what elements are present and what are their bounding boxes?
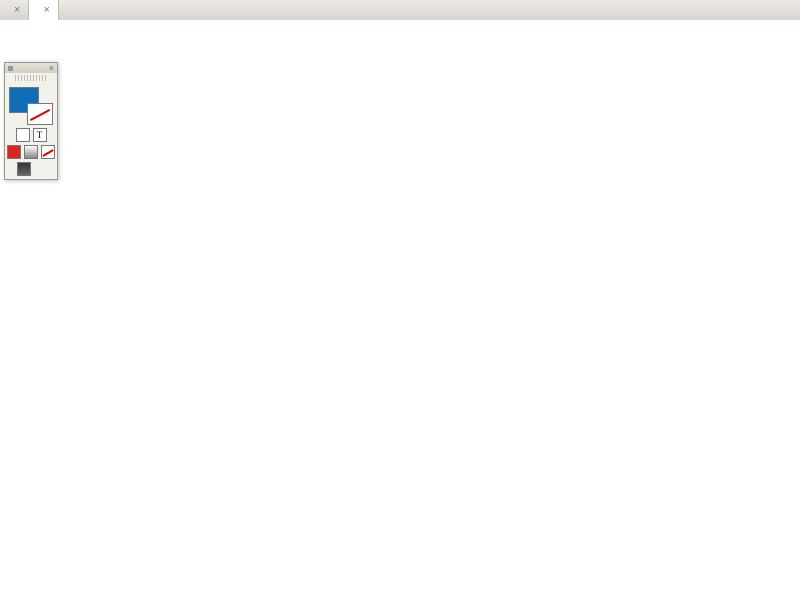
collapse-icon[interactable] — [8, 66, 13, 71]
view-mode-normal-icon[interactable] — [17, 162, 31, 176]
horizontal-ruler[interactable] — [0, 20, 800, 39]
apply-mode-row: T — [5, 128, 57, 142]
panel-grip[interactable] — [15, 75, 47, 81]
color-mode-row — [5, 145, 57, 159]
apply-gradient-icon[interactable] — [24, 145, 38, 159]
close-icon[interactable]: × — [14, 4, 20, 16]
document-tab-bar: × × — [0, 0, 800, 21]
formatting-text-icon[interactable]: T — [33, 128, 47, 142]
canvas-area[interactable] — [0, 38, 800, 600]
fill-stroke-swatch[interactable] — [9, 87, 53, 125]
apply-none-icon[interactable] — [41, 145, 55, 159]
view-mode-row — [5, 162, 57, 176]
document-tab-2[interactable]: × — [29, 0, 58, 20]
apply-color-icon[interactable] — [7, 145, 21, 159]
document-tab-1[interactable]: × — [0, 0, 29, 20]
formatting-container-icon[interactable] — [16, 128, 30, 142]
panel-header[interactable]: × — [5, 63, 57, 73]
close-icon[interactable]: × — [49, 64, 54, 73]
tools-panel[interactable]: × T — [4, 62, 58, 180]
close-icon[interactable]: × — [43, 4, 49, 16]
stroke-color-swatch[interactable] — [27, 103, 53, 125]
